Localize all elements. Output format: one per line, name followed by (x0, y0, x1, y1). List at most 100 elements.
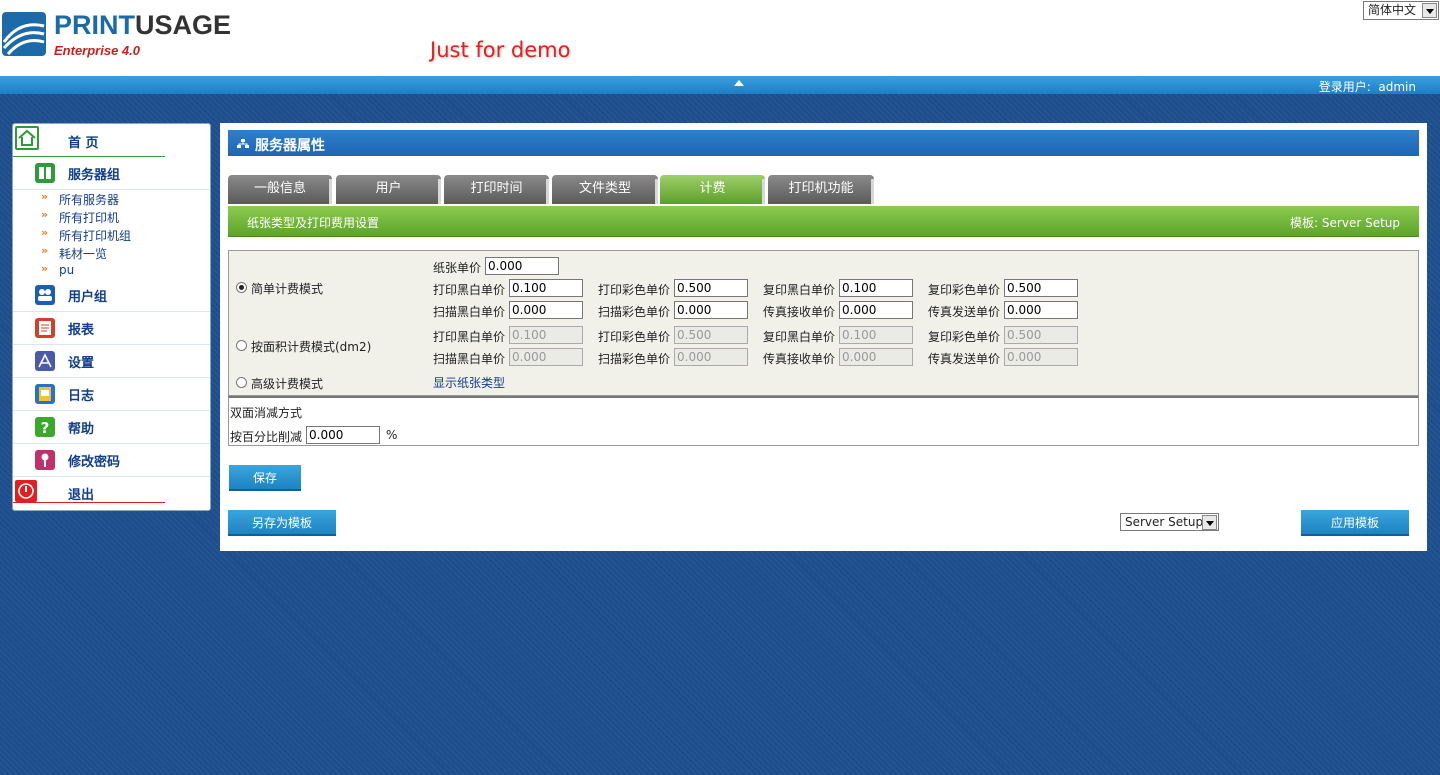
sidebar-item-label: 帮助 (68, 422, 95, 437)
simple-mode-radio[interactable] (236, 282, 247, 293)
duplex-discount-panel: 双面消减方式 按百分比削减 0.000 % (228, 396, 1419, 446)
template-select[interactable]: Server Setup (1120, 513, 1219, 531)
submenu-item-pu[interactable]: » pu (13, 262, 210, 280)
area-mode-radio[interactable] (236, 340, 247, 351)
area-scan-color-label: 扫描彩色单价 (598, 352, 671, 366)
area-print-bw-input: 0.100 (509, 326, 583, 344)
simple-fax-receive-input[interactable]: 0.000 (839, 301, 913, 319)
save-button[interactable]: 保存 (229, 465, 301, 491)
simple-copy-bw-label: 复印黑白单价 (763, 283, 836, 297)
simple-scan-bw-label: 扫描黑白单价 (433, 305, 506, 319)
advanced-mode-radio[interactable] (236, 377, 247, 388)
save-as-template-button[interactable]: 另存为模板 (228, 510, 336, 536)
sidebar-item-user-group[interactable]: 用户组 (13, 279, 210, 312)
simple-fax-send-label: 传真发送单价 (928, 305, 1001, 319)
username: admin (1378, 80, 1416, 94)
chevron-down-icon (1202, 515, 1217, 530)
duplex-title: 双面消减方式 (230, 406, 303, 420)
log-icon (35, 384, 55, 404)
sidebar-item-report[interactable]: 报表 (13, 312, 210, 345)
header: PRINTUSAGE Enterprise 4.0 Just for demo … (0, 0, 1440, 76)
power-icon (15, 480, 37, 502)
home-icon (15, 126, 39, 150)
percent-discount-input[interactable]: 0.000 (306, 426, 380, 444)
submenu-item-all-printers[interactable]: » 所有打印机 (13, 208, 210, 226)
sidebar-item-home[interactable]: 首 页 (13, 124, 210, 157)
server-tree-icon (237, 138, 249, 148)
simple-fax-receive-label: 传真接收单价 (763, 305, 836, 319)
paper-price-label: 纸张单价 (433, 261, 482, 275)
show-paper-types-link[interactable]: 显示纸张类型 (433, 374, 505, 391)
simple-print-color-input[interactable]: 0.500 (674, 279, 748, 297)
area-fax-receive-label: 传真接收单价 (763, 352, 836, 366)
printusage-logo: PRINTUSAGE Enterprise 4.0 (2, 10, 247, 62)
sidebar-item-label: 退出 (68, 488, 95, 503)
report-icon (35, 318, 55, 338)
area-print-color-label: 打印彩色单价 (598, 330, 671, 344)
area-print-color-input: 0.500 (674, 326, 748, 344)
sidebar-item-settings[interactable]: 设置 (13, 345, 210, 378)
area-mode-label: 按面积计费模式(dm2) (251, 340, 372, 354)
billing-mode-panel: 简单计费模式 纸张单价 0.000 打印黑白单价 0.100 打印彩色单价 0.… (228, 250, 1419, 396)
brand-edition: Enterprise 4.0 (54, 43, 140, 58)
sidebar-item-label: 日志 (68, 389, 95, 404)
template-info: 模板: Server Setup (1290, 216, 1400, 230)
sidebar-item-label: 报表 (68, 323, 95, 338)
tab-file-types[interactable]: 文件类型 (552, 175, 658, 204)
tab-print-time[interactable]: 打印时间 (444, 175, 549, 204)
user-group-icon (35, 285, 55, 305)
tab-billing[interactable]: 计费 (660, 175, 765, 204)
sidebar-item-label: 设置 (68, 356, 95, 371)
advanced-mode-label: 高级计费模式 (251, 377, 324, 391)
section-title: 纸张类型及打印费用设置 (247, 216, 380, 230)
simple-copy-bw-input[interactable]: 0.100 (839, 279, 913, 297)
sidebar-item-change-password[interactable]: 修改密码 (13, 444, 210, 477)
tab-users[interactable]: 用户 (336, 175, 441, 204)
area-copy-bw-label: 复印黑白单价 (763, 330, 836, 344)
submenu-item-consumables[interactable]: » 耗材一览 (13, 244, 210, 262)
key-icon (35, 450, 55, 470)
sidebar: 首 页 服务器组 用户组 报表 设置 日志 ? 帮助 修改密码 退出 » 所有服… (12, 123, 211, 511)
area-fax-send-label: 传真发送单价 (928, 352, 1001, 366)
area-scan-bw-label: 扫描黑白单价 (433, 352, 506, 366)
tab-bar: 一般信息 用户 打印时间 文件类型 计费 打印机功能 (228, 175, 1419, 205)
help-icon: ? (35, 417, 55, 437)
language-select[interactable]: 简体中文 (1363, 1, 1439, 20)
sidebar-item-log[interactable]: 日志 (13, 378, 210, 411)
svg-text:?: ? (41, 419, 50, 437)
collapse-header-icon[interactable] (734, 80, 744, 86)
tab-printer-features[interactable]: 打印机功能 (768, 175, 874, 204)
brand-name: PRINTUSAGE (54, 10, 232, 40)
sidebar-item-logout[interactable]: 退出 (13, 476, 210, 509)
area-copy-color-label: 复印彩色单价 (928, 330, 1001, 344)
simple-scan-color-input[interactable]: 0.000 (674, 301, 748, 319)
sidebar-item-label: 修改密码 (68, 455, 121, 470)
percent-discount-label: 按百分比削减 (230, 430, 303, 444)
sidebar-item-label: 服务器组 (68, 168, 121, 183)
area-fax-receive-input: 0.000 (839, 348, 913, 366)
page-title: 服务器属性 (255, 138, 325, 154)
simple-fax-send-input[interactable]: 0.000 (1004, 301, 1078, 319)
simple-scan-bw-input[interactable]: 0.000 (509, 301, 583, 319)
sidebar-item-label: 用户组 (68, 290, 108, 305)
chevron-down-icon (1422, 3, 1437, 18)
area-copy-bw-input: 0.100 (839, 326, 913, 344)
simple-copy-color-input[interactable]: 0.500 (1004, 279, 1078, 297)
submenu-item-all-servers[interactable]: » 所有服务器 (13, 190, 210, 208)
sidebar-item-help[interactable]: ? 帮助 (13, 411, 210, 444)
apply-template-button[interactable]: 应用模板 (1301, 510, 1409, 536)
paper-price-input[interactable]: 0.000 (485, 257, 559, 275)
simple-print-color-label: 打印彩色单价 (598, 283, 671, 297)
main-panel: 服务器属性 一般信息 用户 打印时间 文件类型 计费 打印机功能 纸张类型及打印… (220, 123, 1427, 551)
sidebar-item-server-group[interactable]: 服务器组 (13, 157, 210, 190)
area-fax-send-input: 0.000 (1004, 348, 1078, 366)
simple-scan-color-label: 扫描彩色单价 (598, 305, 671, 319)
section-header: 纸张类型及打印费用设置 模板: Server Setup (228, 206, 1419, 237)
tab-general-info[interactable]: 一般信息 (228, 175, 332, 204)
submenu-item-all-printer-groups[interactable]: » 所有打印机组 (13, 226, 210, 244)
simple-print-bw-input[interactable]: 0.100 (509, 279, 583, 297)
area-print-bw-label: 打印黑白单价 (433, 330, 506, 344)
login-user-info: 登录用户: admin (1318, 80, 1416, 94)
settings-icon (35, 351, 55, 371)
page-title-bar: 服务器属性 (228, 130, 1419, 156)
